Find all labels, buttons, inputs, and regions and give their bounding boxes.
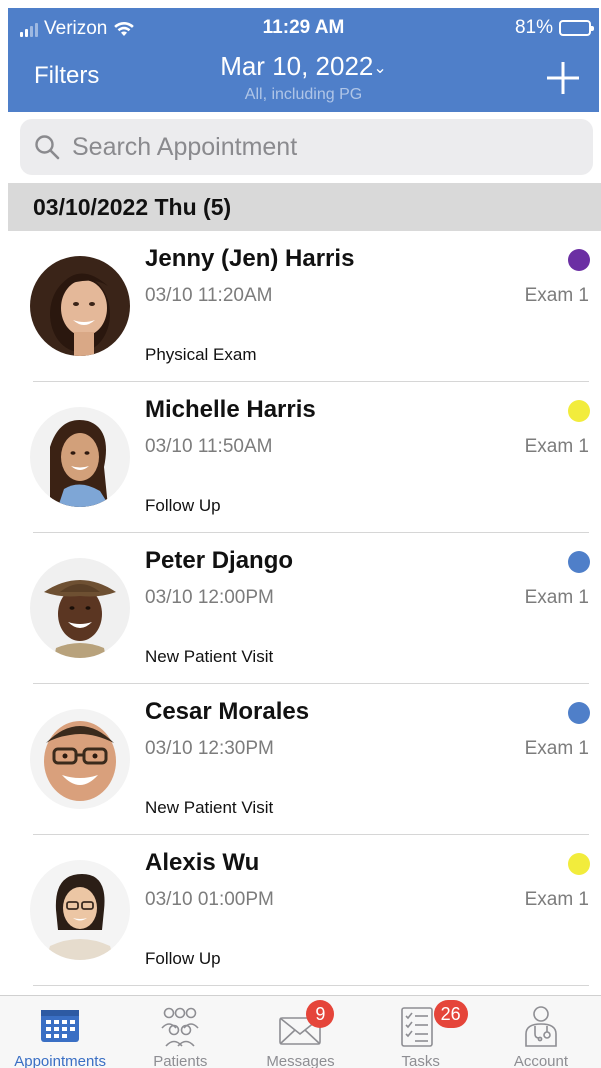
appointment-time: 03/10 11:50AM — [145, 436, 273, 457]
appointment-type: Follow Up — [145, 949, 221, 968]
avatar — [30, 407, 130, 507]
calendar-icon — [37, 1004, 83, 1048]
appointment-list: Jenny (Jen) Harris 03/10 11:20AM Exam 1 … — [0, 231, 601, 986]
avatar — [30, 709, 130, 809]
appointments-screen: Verizon 11:29 AM 81% Filters Mar 10, 202… — [0, 0, 601, 1068]
tab-tasks[interactable]: 26 Tasks — [361, 996, 481, 1068]
appointment-room: Exam 1 — [524, 889, 589, 910]
date-section-header: 03/10/2022 Thu (5) — [8, 183, 601, 231]
plus-icon — [547, 62, 579, 94]
appointment-type: New Patient Visit — [145, 798, 274, 817]
appointment-time: 03/10 12:00PM — [145, 587, 274, 608]
date-picker-label: Mar 10, 2022⌄ — [158, 50, 449, 85]
appointment-row[interactable]: Cesar Morales 03/10 12:30PM Exam 1 New P… — [0, 684, 601, 835]
selected-date: Mar 10, 2022 — [220, 51, 374, 81]
tab-label: Patients — [153, 1053, 208, 1068]
status-time: 11:29 AM — [262, 17, 345, 38]
appointment-row[interactable]: Michelle Harris 03/10 11:50AM Exam 1 Fol… — [0, 382, 601, 533]
appointment-room: Exam 1 — [524, 285, 589, 306]
tasks-badge: 26 — [433, 1000, 468, 1028]
tab-label: Account — [513, 1053, 569, 1068]
patient-name: Jenny (Jen) Harris — [145, 245, 355, 272]
tab-patients[interactable]: Patients — [120, 996, 240, 1068]
navigation-header: Verizon 11:29 AM 81% Filters Mar 10, 202… — [8, 8, 599, 112]
search-icon — [35, 135, 60, 160]
status-indicator — [568, 249, 590, 271]
tab-appointments[interactable]: Appointments — [0, 996, 120, 1068]
appointment-time: 03/10 01:00PM — [145, 889, 274, 910]
filter-subtitle: All, including PG — [244, 86, 363, 103]
appointment-time: 03/10 11:20AM — [145, 285, 273, 306]
messages-badge: 9 — [306, 1000, 335, 1028]
patient-name: Alexis Wu — [145, 849, 260, 876]
status-indicator — [568, 702, 590, 724]
chevron-down-icon: ⌄ — [373, 60, 387, 77]
status-indicator — [568, 551, 590, 573]
appointment-type: New Patient Visit — [145, 647, 274, 666]
filters-button[interactable]: Filters — [34, 62, 99, 90]
add-appointment-button[interactable] — [545, 60, 581, 96]
date-picker[interactable]: Mar 10, 2022⌄ All, including PG — [158, 50, 449, 105]
tab-label: Messages — [266, 1053, 335, 1068]
search-bar — [20, 119, 593, 175]
appointment-room: Exam 1 — [524, 436, 589, 457]
search-input[interactable] — [70, 131, 570, 163]
battery-percent: 81% — [514, 17, 553, 38]
battery-icon — [559, 20, 594, 36]
status-right: 81% — [514, 17, 594, 39]
row-divider — [33, 985, 589, 986]
avatar — [30, 558, 130, 658]
tab-bar: Appointments Patients 9 Messages 26 Task… — [0, 995, 601, 1068]
appointment-room: Exam 1 — [524, 738, 589, 759]
tab-label: Tasks — [401, 1053, 440, 1068]
appointment-row[interactable]: Jenny (Jen) Harris 03/10 11:20AM Exam 1 … — [0, 231, 601, 382]
avatar — [30, 860, 130, 960]
patient-name: Peter Django — [145, 547, 294, 574]
status-indicator — [568, 400, 590, 422]
appointment-row[interactable]: Peter Django 03/10 12:00PM Exam 1 New Pa… — [0, 533, 601, 684]
appointment-time: 03/10 12:30PM — [145, 738, 274, 759]
status-indicator — [568, 853, 590, 875]
patients-icon — [157, 1004, 203, 1048]
tab-account[interactable]: Account — [481, 996, 601, 1068]
doctor-icon — [518, 1004, 564, 1048]
tab-label: Appointments — [14, 1053, 106, 1068]
patient-name: Cesar Morales — [145, 698, 310, 725]
tab-messages[interactable]: 9 Messages — [240, 996, 360, 1068]
appointment-type: Physical Exam — [145, 345, 257, 364]
avatar — [30, 256, 130, 356]
appointment-row[interactable]: Alexis Wu 03/10 01:00PM Exam 1 Follow Up — [0, 835, 601, 986]
patient-name: Michelle Harris — [145, 396, 316, 423]
appointment-room: Exam 1 — [524, 587, 589, 608]
appointment-type: Follow Up — [145, 496, 221, 515]
